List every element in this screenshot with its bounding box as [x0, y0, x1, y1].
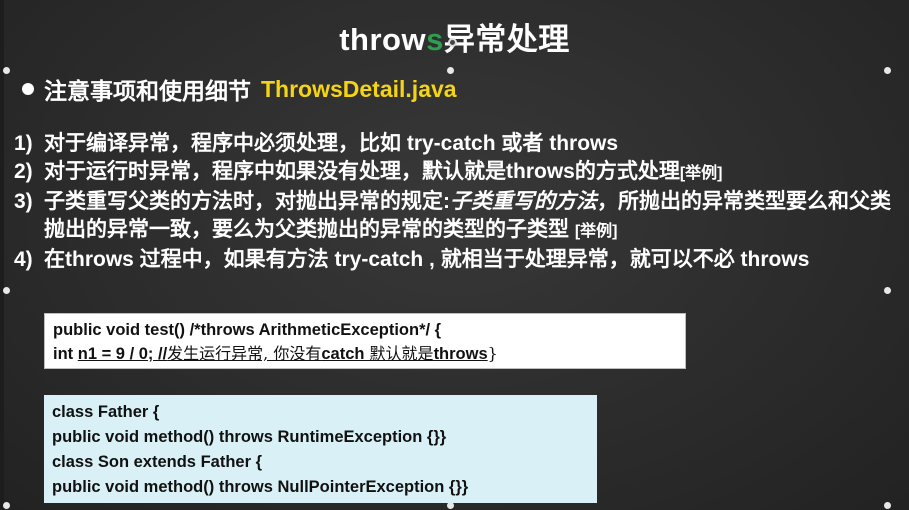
code-line: class Son extends Father { — [52, 453, 262, 471]
item-text-main: 对于运行时异常，程序中如果没有处理，默认就是throws的方式处理 — [44, 160, 680, 183]
frame-dot — [3, 502, 10, 509]
mouse-cursor-icon — [448, 38, 457, 47]
code-line: public void test() /*throws ArithmeticEx… — [53, 321, 442, 339]
frame-dot — [884, 67, 891, 74]
frame-dot — [3, 67, 10, 74]
frame-dot — [884, 287, 891, 294]
example-note: [举例] — [574, 223, 618, 240]
frame-dot — [3, 287, 10, 294]
frame-dot — [447, 502, 454, 509]
title-text-cn: 异常处理 — [443, 22, 570, 57]
code-line: public void method() throws RuntimeExcep… — [52, 428, 447, 446]
item-number: 2) — [14, 160, 33, 183]
item-text: 子类重写父类的方法时，对抛出异常的规定:子类重写的方法，所抛出的异常类型要么和父… — [44, 188, 899, 246]
heading-filename: ThrowsDetail.java — [261, 75, 457, 102]
code-snippet-inheritance: class Father { public void method() thro… — [44, 395, 597, 503]
title-accent: s — [426, 22, 444, 57]
code-comment: 默认就是 — [364, 344, 434, 363]
code-line: public void method() throws NullPointerE… — [52, 478, 469, 496]
item-number: 3) — [14, 190, 33, 213]
item-text: 对于编译异常，程序中必须处理，比如 try-catch 或者 throws — [44, 132, 619, 155]
item-number: 4) — [14, 248, 33, 271]
code-comment: 发生运行异常, 你没有 — [167, 344, 322, 363]
slide-frame-edge — [0, 0, 4, 510]
slide: throws异常处理 注意事项和使用细节 ThrowsDetail.java 1… — [0, 0, 909, 510]
rules-list: 1) 对于编译异常，程序中必须处理，比如 try-catch 或者 throws… — [14, 130, 899, 274]
item-text: 对于运行时异常，程序中如果没有处理，默认就是throws的方式处理[举例] — [44, 158, 899, 188]
code-line: int n1 = 9 / 0; //发生运行异常, 你没有catch 默认就是t… — [53, 342, 677, 366]
code-brace: } — [487, 344, 498, 363]
code-line: class Father { — [52, 403, 160, 421]
section-heading: 注意事项和使用细节 ThrowsDetail.java — [22, 72, 457, 106]
code-comment: throws — [433, 345, 488, 363]
code-snippet-test: public void test() /*throws ArithmeticEx… — [44, 313, 686, 369]
item-text-main: 子类重写父类的方法时，对抛出异常的规定: — [44, 190, 450, 213]
item-number: 1) — [14, 132, 33, 155]
item-text-italic: 子类重写的方法 — [450, 190, 597, 213]
code-comment: catch — [321, 345, 365, 363]
bullet-icon — [22, 83, 34, 95]
slide-title: throws异常处理 — [0, 14, 909, 59]
code-expression: n1 = 9 / 0; // — [77, 345, 168, 363]
item-text: 在throws 过程中，如果有方法 try-catch , 就相当于处理异常，就… — [44, 248, 810, 271]
list-item: 2) 对于运行时异常，程序中如果没有处理，默认就是throws的方式处理[举例] — [14, 158, 899, 188]
heading-text: 注意事项和使用细节 — [44, 78, 251, 104]
example-note: [举例] — [679, 165, 723, 182]
list-item: 3) 子类重写父类的方法时，对抛出异常的规定:子类重写的方法，所抛出的异常类型要… — [14, 188, 899, 246]
title-text: throw — [339, 22, 427, 57]
frame-dot — [884, 502, 891, 509]
list-item: 1) 对于编译异常，程序中必须处理，比如 try-catch 或者 throws — [14, 130, 899, 158]
list-item: 4) 在throws 过程中，如果有方法 try-catch , 就相当于处理异… — [14, 246, 899, 274]
code-keyword: int — [53, 345, 78, 363]
